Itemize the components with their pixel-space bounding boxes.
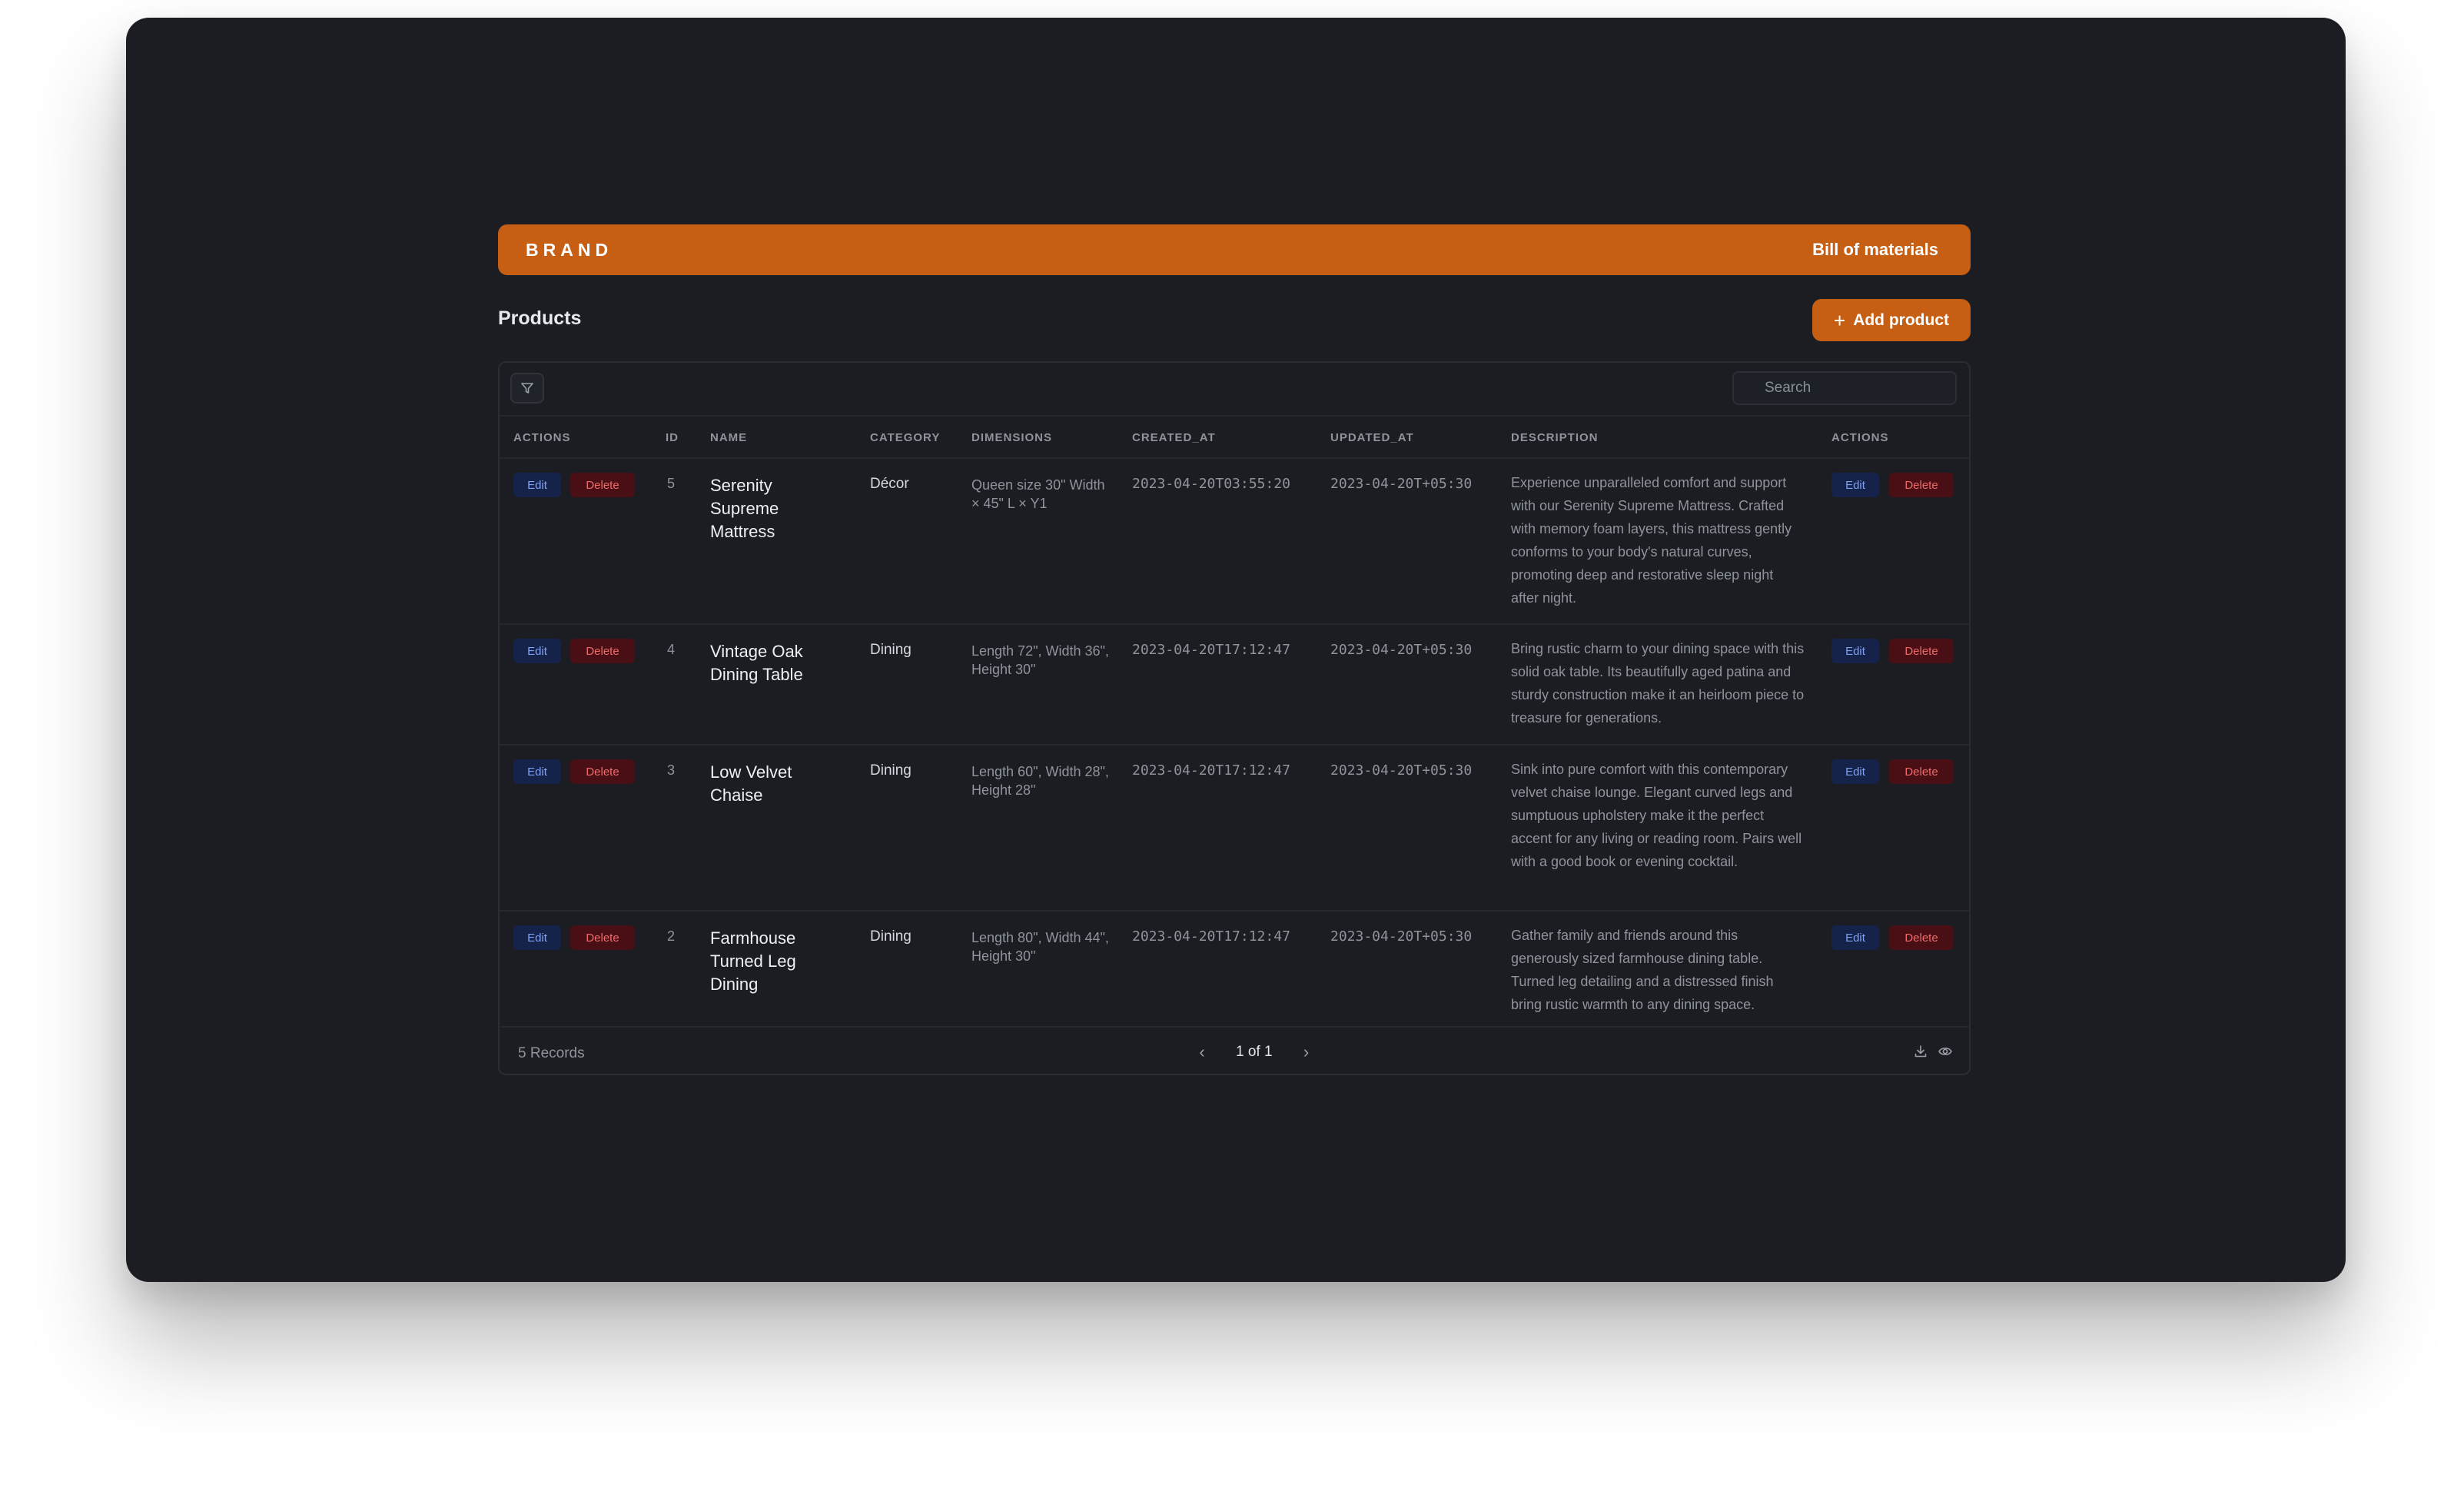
table-footer: 5 Records ‹ 1 of 1 ›: [500, 1028, 1969, 1074]
search-input[interactable]: [1732, 371, 1957, 405]
cell-updated-at: 2023-04-20T+05:30: [1330, 762, 1473, 779]
column-header-actions[interactable]: ACTIONS: [513, 417, 571, 459]
chevron-right-icon[interactable]: ›: [1296, 1043, 1317, 1061]
cell-category: Dining: [870, 642, 912, 658]
cell-created-at: 2023-04-20T03:55:20: [1132, 476, 1290, 492]
cell-dimensions: Length 80", Width 44", Height 30": [971, 930, 1109, 964]
cell-id: 4: [667, 642, 676, 657]
cell-description: Gather family and friends around this ge…: [1511, 928, 1774, 1012]
delete-button[interactable]: Delete: [570, 473, 635, 497]
edit-button-right[interactable]: Edit: [1831, 639, 1879, 663]
cell-updated-at: 2023-04-20T+05:30: [1330, 642, 1473, 658]
edit-button[interactable]: Edit: [513, 473, 561, 497]
cell-name: Serenity Supreme Mattress: [710, 476, 779, 541]
edit-button-right[interactable]: Edit: [1831, 473, 1879, 497]
delete-button[interactable]: Delete: [570, 759, 635, 784]
plus-icon: +: [1834, 308, 1846, 332]
nav-link-bill-of-materials[interactable]: Bill of materials: [1812, 240, 1938, 260]
delete-button-right[interactable]: Delete: [1889, 925, 1954, 950]
page-indicator: 1 of 1: [1236, 1044, 1273, 1060]
table-row: Edit Delete 5 Serenity Supreme Mattress …: [500, 459, 1969, 625]
page-title: Products: [498, 307, 582, 329]
add-product-button[interactable]: + Add product: [1812, 299, 1971, 341]
filter-button[interactable]: [510, 373, 544, 403]
table-header: ACTIONS ID NAME CATEGORY DIMENSIONS CREA…: [500, 417, 1969, 459]
cell-category: Dining: [870, 762, 912, 779]
cell-name: Low Velvet Chaise: [710, 762, 792, 805]
column-header-actions-right[interactable]: ACTIONS: [1831, 417, 1889, 459]
cell-id: 3: [667, 762, 676, 778]
cell-updated-at: 2023-04-20T+05:30: [1330, 928, 1473, 945]
cell-description: Bring rustic charm to your dining space …: [1511, 641, 1805, 726]
cell-description: Experience unparalleled comfort and supp…: [1511, 475, 1792, 606]
delete-button-right[interactable]: Delete: [1889, 473, 1954, 497]
column-header-description[interactable]: DESCRIPTION: [1511, 417, 1599, 459]
table-row: Edit Delete 2 Farmhouse Turned Leg Dinin…: [500, 912, 1969, 1028]
eye-icon[interactable]: [1935, 1041, 1955, 1061]
chevron-left-icon[interactable]: ‹: [1191, 1043, 1213, 1061]
edit-button[interactable]: Edit: [513, 639, 561, 663]
add-product-label: Add product: [1853, 311, 1949, 329]
eye-icon-glyph: [1938, 1048, 1952, 1055]
download-icon[interactable]: [1911, 1041, 1931, 1061]
cell-created-at: 2023-04-20T17:12:47: [1132, 762, 1290, 779]
column-header-updated-at[interactable]: UPDATED_AT: [1330, 417, 1414, 459]
edit-button[interactable]: Edit: [513, 925, 561, 950]
column-header-name[interactable]: NAME: [710, 417, 747, 459]
delete-button[interactable]: Delete: [570, 639, 635, 663]
edit-button[interactable]: Edit: [513, 759, 561, 784]
top-banner: BRAND Bill of materials: [498, 224, 1971, 275]
cell-name: Vintage Oak Dining Table: [710, 642, 803, 684]
download-icon-glyph: [1914, 1045, 1927, 1058]
cell-created-at: 2023-04-20T17:12:47: [1132, 928, 1290, 945]
products-table: ACTIONS ID NAME CATEGORY DIMENSIONS CREA…: [498, 361, 1971, 1075]
cell-dimensions: Length 72", Width 36", Height 30": [971, 643, 1109, 677]
edit-button-right[interactable]: Edit: [1831, 925, 1879, 950]
cell-dimensions: Length 60", Width 28", Height 28": [971, 764, 1109, 798]
cell-description: Sink into pure comfort with this contemp…: [1511, 762, 1802, 869]
column-header-dimensions[interactable]: DIMENSIONS: [971, 417, 1052, 459]
table-row: Edit Delete 3 Low Velvet Chaise Dining L…: [500, 746, 1969, 912]
delete-button[interactable]: Delete: [570, 925, 635, 950]
pagination: ‹ 1 of 1 ›: [1191, 1043, 1317, 1061]
cell-updated-at: 2023-04-20T+05:30: [1330, 476, 1473, 492]
brand-logo[interactable]: BRAND: [526, 240, 613, 261]
cell-created-at: 2023-04-20T17:12:47: [1132, 642, 1290, 658]
delete-button-right[interactable]: Delete: [1889, 639, 1954, 663]
column-header-id[interactable]: ID: [666, 417, 679, 459]
cell-name: Farmhouse Turned Leg Dining: [710, 928, 796, 994]
cell-id: 5: [667, 476, 676, 491]
filter-icon: [521, 383, 533, 394]
cell-id: 2: [667, 928, 676, 944]
records-count: 5 Records: [518, 1045, 585, 1061]
cell-dimensions: Queen size 30" Width × 45" L × Y1: [971, 477, 1105, 511]
table-toolbar: [500, 363, 1969, 417]
cell-category: Décor: [870, 476, 909, 492]
column-header-category[interactable]: CATEGORY: [870, 417, 940, 459]
edit-button-right[interactable]: Edit: [1831, 759, 1879, 784]
delete-button-right[interactable]: Delete: [1889, 759, 1954, 784]
column-header-created-at[interactable]: CREATED_AT: [1132, 417, 1216, 459]
table-row: Edit Delete 4 Vintage Oak Dining Table D…: [500, 625, 1969, 746]
cell-category: Dining: [870, 928, 912, 945]
